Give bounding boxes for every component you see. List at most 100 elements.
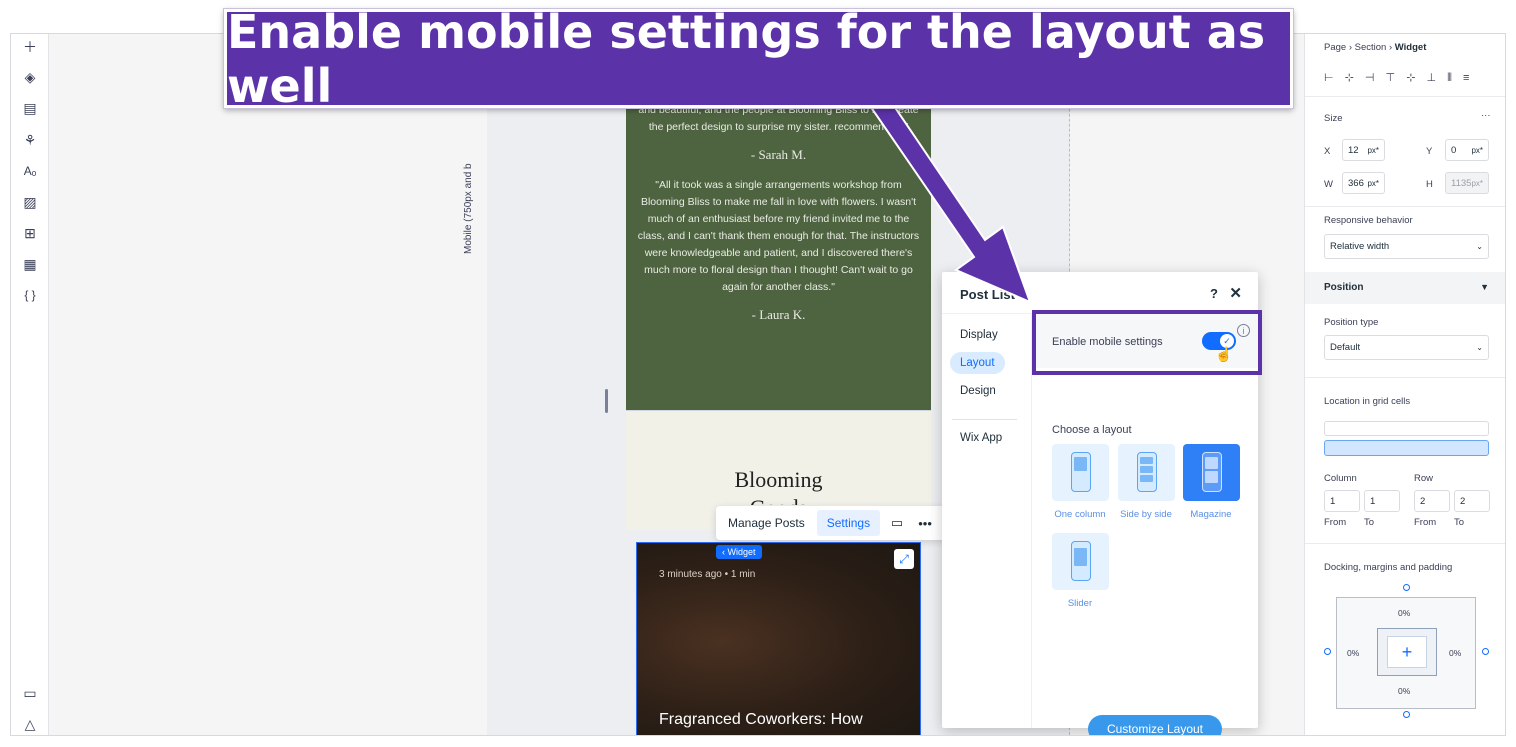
- from-label: From: [1324, 517, 1347, 528]
- editor-frame: ＋ ◈ ▤ ⚘ Aₒ ▨ ⊞ ▦ { } ▭ △ Mobile (750px a…: [10, 33, 1506, 736]
- margin-bottom[interactable]: 0%: [1398, 686, 1410, 696]
- dock-top-handle[interactable]: [1403, 584, 1410, 591]
- docking-diagram: 0% 0% 0% 0% +: [1336, 597, 1476, 709]
- margin-right[interactable]: 0%: [1449, 648, 1461, 658]
- row-from-input[interactable]: 2: [1414, 490, 1450, 512]
- plus-icon[interactable]: +: [1387, 636, 1427, 668]
- to-label: To: [1364, 517, 1375, 528]
- divider: [1305, 543, 1505, 544]
- position-type-select[interactable]: Default ⌄: [1324, 335, 1489, 360]
- dock-right-handle[interactable]: [1482, 648, 1489, 655]
- layout-label: Magazine: [1190, 509, 1232, 520]
- row-label: Row: [1414, 473, 1434, 484]
- layout-side-by-side[interactable]: [1118, 444, 1175, 501]
- layout-magazine[interactable]: [1183, 444, 1240, 501]
- connections-icon[interactable]: ⚘: [20, 130, 40, 150]
- learn-icon[interactable]: △: [20, 714, 40, 734]
- help-icon[interactable]: ?: [1210, 286, 1218, 301]
- h-label: H: [1426, 179, 1433, 190]
- align-toolbar[interactable]: ⊢ ⊹ ⊣ ⊤ ⊹ ⊥ ⦀ ≡: [1324, 71, 1473, 85]
- breadcrumb-page[interactable]: Page: [1324, 42, 1346, 53]
- position-section-header[interactable]: Position ▼: [1305, 272, 1505, 304]
- nav-divider: [952, 419, 1017, 420]
- layout-one-column[interactable]: [1052, 444, 1109, 501]
- w-input[interactable]: 366 px*: [1342, 172, 1385, 194]
- close-icon[interactable]: ✕: [1229, 284, 1242, 302]
- banner-text: Enable mobile settings for the layout as…: [227, 4, 1266, 113]
- docking-inner: +: [1377, 628, 1437, 676]
- brand-heading-2: Goods: [626, 495, 931, 505]
- media-icon[interactable]: ▨: [20, 192, 40, 212]
- from-label: From: [1414, 517, 1437, 528]
- post-meta: 3 minutes ago • 1 min: [659, 569, 756, 580]
- dock-bottom-handle[interactable]: [1403, 711, 1410, 718]
- divider: [1305, 206, 1505, 207]
- resize-handle[interactable]: [605, 389, 608, 413]
- manage-posts-button[interactable]: Manage Posts: [720, 516, 813, 530]
- post-card[interactable]: 3 minutes ago • 1 min Fragranced Coworke…: [636, 542, 921, 735]
- dock-left-handle[interactable]: [1324, 648, 1331, 655]
- phone-icon: [1071, 452, 1091, 492]
- margin-top[interactable]: 0%: [1398, 608, 1410, 618]
- more-icon[interactable]: ···: [1481, 110, 1491, 121]
- y-label: Y: [1426, 146, 1433, 157]
- phone-icon: [1071, 541, 1091, 581]
- x-input[interactable]: 12 px*: [1342, 139, 1385, 161]
- divider: [1305, 96, 1505, 97]
- testimonial-author: - Laura K.: [751, 307, 806, 322]
- table-icon[interactable]: ▦: [20, 254, 40, 274]
- panel-title: Post List: [960, 287, 1015, 302]
- more-icon[interactable]: •••: [914, 516, 936, 531]
- docking-label: Docking, margins and padding: [1324, 562, 1453, 573]
- settings-button[interactable]: Settings: [816, 510, 881, 536]
- mobile-page: and beautiful, and the people at Bloomin…: [626, 34, 931, 735]
- testimonial-quote: "All it took was a single arrangements w…: [637, 179, 920, 293]
- w-label: W: [1324, 179, 1333, 190]
- expand-icon[interactable]: ⤢: [894, 549, 914, 569]
- post-title[interactable]: Fragranced Coworkers: How: [659, 711, 863, 729]
- x-label: X: [1324, 146, 1331, 157]
- customize-layout-button[interactable]: Customize Layout: [1088, 715, 1222, 735]
- grid-row-preview-selected: [1324, 440, 1489, 456]
- y-input[interactable]: 0 px*: [1445, 139, 1489, 161]
- left-toolbar: ＋ ◈ ▤ ⚘ Aₒ ▨ ⊞ ▦ { } ▭ △: [11, 34, 49, 735]
- highlight-box: [1032, 310, 1262, 375]
- widget-action-bar: Manage Posts Settings ▭ •••: [716, 506, 950, 540]
- grid-row-preview: [1324, 421, 1489, 436]
- code-icon[interactable]: { }: [20, 285, 40, 305]
- panel-body: Enable mobile settings ✓ i ☝ Choose a la…: [1032, 314, 1258, 735]
- breadcrumb-widget: Widget: [1394, 42, 1427, 53]
- responsive-behavior-select[interactable]: Relative width ⌄: [1324, 234, 1489, 259]
- brand-heading: Blooming: [734, 467, 823, 492]
- inspector-panel: Page › Section › Widget ⊢ ⊹ ⊣ ⊤ ⊹ ⊥ ⦀ ≡ …: [1304, 34, 1505, 735]
- row-to-input[interactable]: 2: [1454, 490, 1490, 512]
- chat-icon[interactable]: ▭: [20, 683, 40, 703]
- widget-tag[interactable]: ‹ Widget: [716, 545, 762, 559]
- layout-slider[interactable]: [1052, 533, 1109, 590]
- comment-icon[interactable]: ▭: [886, 515, 908, 531]
- tab-display[interactable]: Display: [950, 324, 1008, 346]
- annotation-banner: Enable mobile settings for the layout as…: [223, 5, 1294, 113]
- phone-icon: [1137, 452, 1157, 492]
- tab-layout[interactable]: Layout: [950, 352, 1005, 374]
- apps-icon[interactable]: ⊞: [20, 223, 40, 243]
- pages-icon[interactable]: ▤: [20, 98, 40, 118]
- tab-wix-app[interactable]: Wix App: [950, 427, 1012, 449]
- column-label: Column: [1324, 473, 1357, 484]
- tab-design[interactable]: Design: [950, 380, 1006, 402]
- testimonial-author: - Sarah M.: [750, 147, 807, 162]
- layout-label: Slider: [1067, 598, 1093, 609]
- responsive-behavior-label: Responsive behavior: [1324, 215, 1413, 226]
- margin-left[interactable]: 0%: [1347, 648, 1359, 658]
- position-type-label: Position type: [1324, 317, 1379, 328]
- column-to-input[interactable]: 1: [1364, 490, 1400, 512]
- viewport-label: Mobile (750px and b: [463, 163, 474, 254]
- canvas-gutter: [49, 34, 487, 735]
- plus-icon[interactable]: ＋: [20, 37, 40, 57]
- layers-icon[interactable]: ◈: [20, 67, 40, 87]
- h-input: 1135 px*: [1445, 172, 1489, 194]
- choose-layout-label: Choose a layout: [1052, 424, 1132, 436]
- column-from-input[interactable]: 1: [1324, 490, 1360, 512]
- breadcrumb-section[interactable]: Section: [1355, 42, 1387, 53]
- text-theme-icon[interactable]: Aₒ: [20, 161, 40, 181]
